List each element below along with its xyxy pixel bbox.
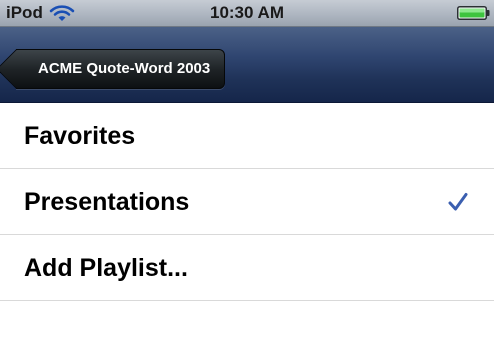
list-item-favorites[interactable]: Favorites	[0, 103, 494, 169]
list-item-label: Presentations	[24, 188, 190, 216]
wifi-icon	[49, 5, 75, 21]
navigation-bar: ACME Quote-Word 2003	[0, 27, 494, 103]
carrier-label: iPod	[6, 3, 43, 22]
list-item-label: Add Playlist...	[24, 254, 188, 282]
playlist-list: Favorites Presentations Add Playlist...	[0, 103, 494, 301]
checkmark-icon	[448, 193, 468, 211]
back-button-label: ACME Quote-Word 2003	[38, 60, 211, 77]
list-item-label: Favorites	[24, 122, 136, 150]
list-item-presentations[interactable]: Presentations	[0, 169, 494, 235]
back-button[interactable]: ACME Quote-Word 2003	[16, 49, 226, 89]
battery-full-icon	[457, 6, 490, 20]
list-item-add-playlist[interactable]: Add Playlist...	[0, 235, 494, 301]
status-bar: iPod 10:30 AM	[0, 0, 494, 27]
ipod-screen: iPod 10:30 AM ACME Quote-Word 2003 Favor…	[0, 0, 494, 358]
